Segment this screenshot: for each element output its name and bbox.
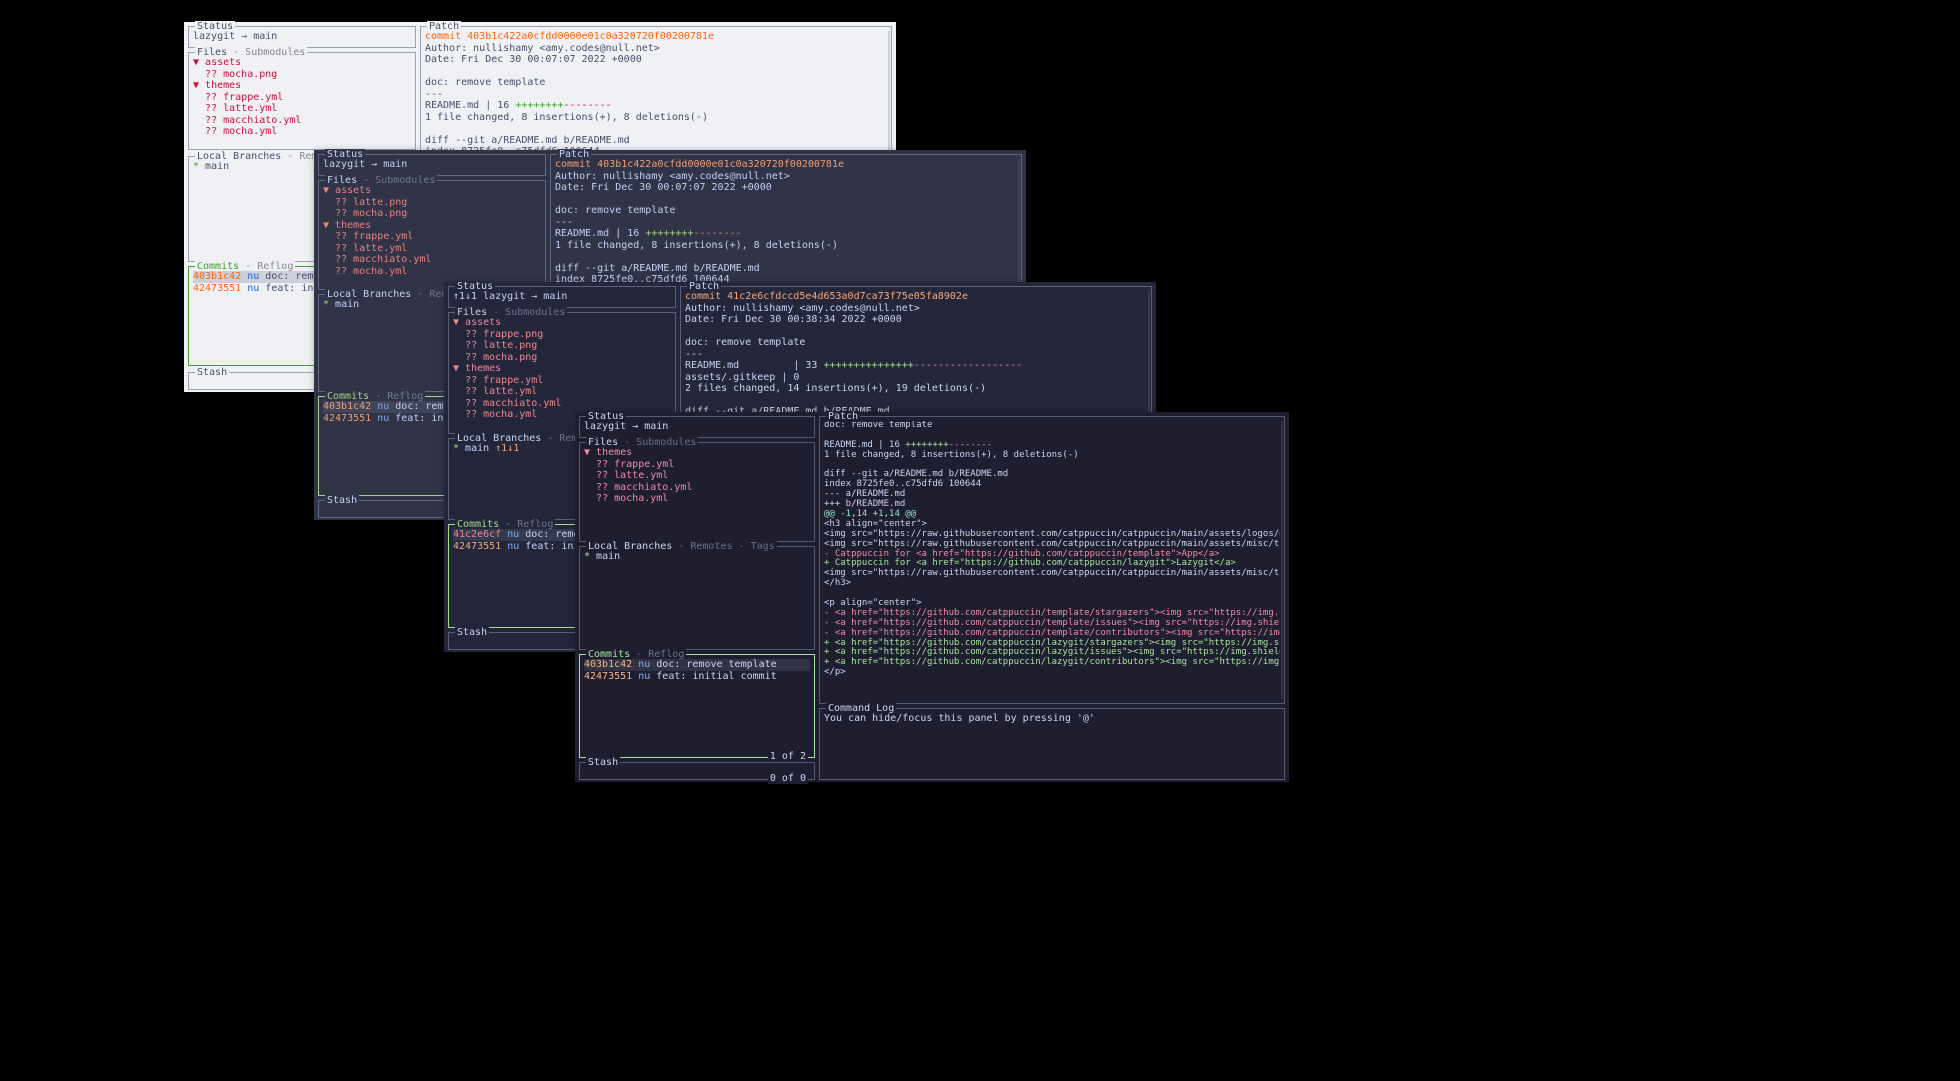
diff-line: 1 file changed, 8 insertions(+), 8 delet… (425, 112, 887, 124)
files-pane[interactable]: Files - Submodules ▼ assets ?? latte.png… (318, 180, 546, 290)
file-item[interactable]: ?? mocha.yml (584, 493, 810, 505)
file-group[interactable]: ▼ themes (323, 220, 541, 232)
file-item[interactable]: ?? latte.png (323, 197, 541, 209)
file-group[interactable]: ▼ themes (193, 80, 411, 92)
branch-item[interactable]: * main (584, 551, 810, 563)
diff-line: diff --git a/README.md b/README.md (425, 135, 887, 147)
files-pane[interactable]: Files - Submodules ▼ assets ?? mocha.png… (188, 52, 416, 150)
stash-pane[interactable]: Stash 0 of 0 (579, 762, 815, 780)
command-log-pane[interactable]: Command Log You can hide/focus this pane… (819, 708, 1285, 780)
lazygit-window-mocha: Status lazygit → main Files - Submodules… (575, 412, 1289, 782)
file-item[interactable]: ?? macchiato.yml (584, 482, 810, 494)
file-item[interactable]: ?? mocha.png (453, 352, 671, 364)
file-item[interactable]: ?? frappe.png (453, 329, 671, 341)
file-group[interactable]: ▼ assets (453, 317, 671, 329)
pane-title: Stash (197, 367, 227, 378)
file-item[interactable]: ?? frappe.yml (453, 375, 671, 387)
file-item[interactable]: ?? macchiato.yml (323, 254, 541, 266)
files-pane[interactable]: Files - Submodules ▼ themes ?? frappe.ym… (579, 442, 815, 542)
status-pane[interactable]: Status ↑1↓1 lazygit → main (448, 286, 676, 308)
file-item[interactable]: ?? latte.yml (193, 103, 411, 115)
file-item[interactable]: ?? latte.yml (323, 243, 541, 255)
diff-line: --- (425, 89, 887, 101)
commits-pane[interactable]: Commits - Reflog 403b1c42 nu doc: remove… (579, 654, 815, 758)
pane-footer: 1 of 2 (768, 751, 808, 762)
file-group[interactable]: ▼ themes (453, 363, 671, 375)
branches-pane[interactable]: Local Branches - Remotes - Tags * main (579, 546, 815, 650)
diff-line: Author: nullishamy <amy.codes@null.net> (425, 43, 887, 55)
patch-pane[interactable]: Patch doc: remove template README.md | 1… (819, 416, 1285, 704)
scrollbar[interactable] (1281, 421, 1283, 699)
diff-line: Date: Fri Dec 30 00:07:07 2022 +0000 (425, 54, 887, 66)
diff-line: README.md | 16 ++++++++-------- (425, 100, 887, 112)
file-group[interactable]: ▼ assets (323, 185, 541, 197)
file-item[interactable]: ?? latte.yml (453, 386, 671, 398)
status-pane[interactable]: Status lazygit → main (188, 26, 416, 48)
status-line: lazygit → main (193, 31, 277, 42)
file-item[interactable]: ?? latte.yml (584, 470, 810, 482)
diff-line: doc: remove template (425, 77, 887, 89)
file-item[interactable]: ?? frappe.yml (323, 231, 541, 243)
file-item[interactable]: ?? mocha.png (193, 69, 411, 81)
commit-item[interactable]: 403b1c42 nu doc: remove template (584, 659, 810, 671)
status-pane[interactable]: Status lazygit → main (579, 416, 815, 438)
file-item[interactable]: ?? mocha.png (323, 208, 541, 220)
file-item[interactable]: ?? latte.png (453, 340, 671, 352)
commit-item[interactable]: 42473551 nu feat: initial commit (584, 671, 810, 683)
file-group[interactable]: ▼ themes (584, 447, 810, 459)
file-item[interactable]: ?? mocha.yml (193, 126, 411, 138)
file-item[interactable]: ?? frappe.yml (584, 459, 810, 471)
status-pane[interactable]: Status lazygit → main (318, 154, 546, 176)
diff-line: commit 403b1c422a0cfdd0000e01c0a320720f0… (425, 31, 887, 43)
file-item[interactable]: ?? macchiato.yml (453, 398, 671, 410)
cmdlog-hint: You can hide/focus this panel by pressin… (824, 713, 1280, 725)
file-item[interactable]: ?? macchiato.yml (193, 115, 411, 127)
pane-footer: 0 of 0 (768, 773, 808, 784)
file-item[interactable]: ?? frappe.yml (193, 92, 411, 104)
file-group[interactable]: ▼ assets (193, 57, 411, 69)
file-item[interactable]: ?? mocha.yml (323, 266, 541, 278)
